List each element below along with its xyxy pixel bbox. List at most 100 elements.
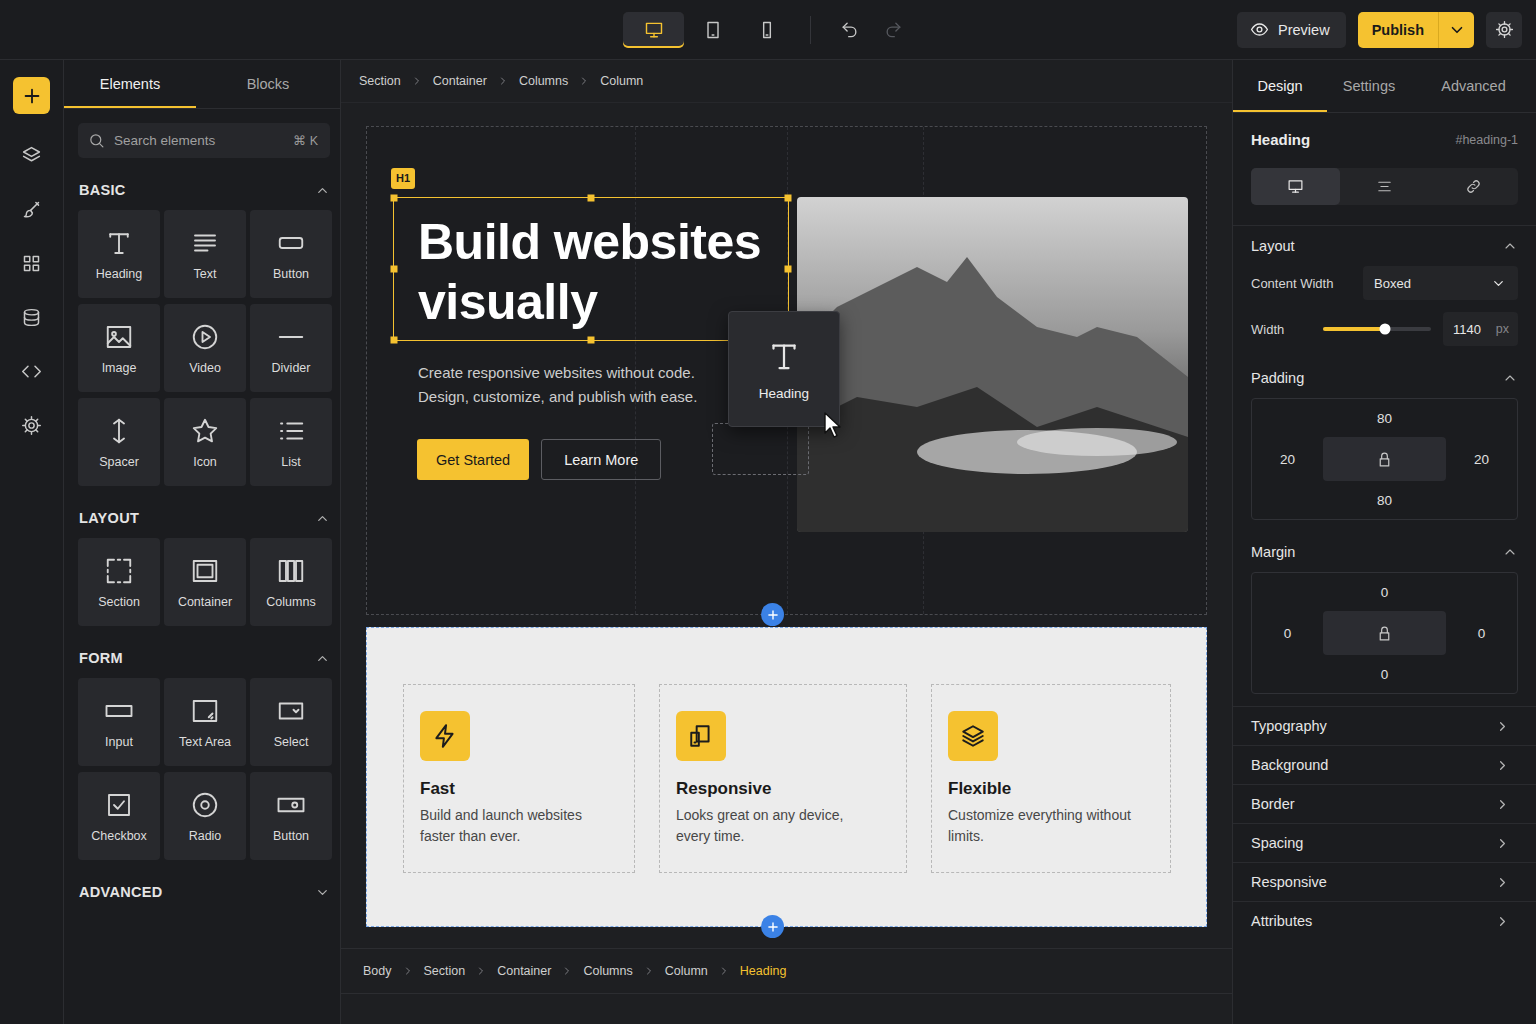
top-value[interactable]: 0	[1381, 585, 1389, 600]
top-value[interactable]: 80	[1377, 411, 1392, 426]
element-tile[interactable]: Heading	[78, 210, 160, 298]
slider-knob[interactable]	[1379, 324, 1390, 335]
database-rail-button[interactable]	[13, 299, 50, 336]
mobile-view-button[interactable]	[742, 12, 792, 48]
padding-header[interactable]: Padding	[1251, 358, 1518, 398]
bottom-value[interactable]: 80	[1377, 493, 1392, 508]
path-item[interactable]: Body	[363, 964, 392, 978]
secondary-button[interactable]: Learn More	[541, 439, 661, 480]
publish-menu-button[interactable]	[1438, 12, 1474, 48]
resize-handle[interactable]	[391, 337, 398, 344]
style-group[interactable]: Background	[1233, 745, 1536, 784]
hero-image[interactable]	[797, 197, 1188, 532]
width-input[interactable]: 1140px	[1443, 312, 1518, 346]
redo-button[interactable]	[873, 12, 913, 48]
group-header[interactable]: FORM	[79, 650, 330, 666]
element-tile[interactable]: Checkbox	[78, 772, 160, 860]
features-section[interactable]: Fast Build and launch websites faster th…	[366, 627, 1207, 927]
content-width-select[interactable]: Boxed	[1363, 266, 1518, 300]
preview-button[interactable]: Preview	[1237, 12, 1346, 48]
feature-card[interactable]: Responsive Looks great on any device, ev…	[659, 684, 907, 873]
left-value[interactable]: 0	[1284, 626, 1292, 641]
inspector-tab[interactable]: Design	[1233, 60, 1327, 112]
margin-header[interactable]: Margin	[1251, 532, 1518, 572]
path-item[interactable]: Section	[424, 964, 466, 978]
code-rail-button[interactable]	[13, 353, 50, 390]
element-tile[interactable]: Button	[250, 210, 332, 298]
hero-text[interactable]: Create responsive websites without code.…	[418, 361, 728, 409]
right-value[interactable]: 20	[1474, 452, 1489, 467]
resize-handle[interactable]	[588, 195, 595, 202]
add-section-button[interactable]	[761, 915, 784, 938]
inspector-tab[interactable]: Settings	[1327, 60, 1411, 112]
element-tile[interactable]: Select	[250, 678, 332, 766]
add-section-button[interactable]	[761, 603, 784, 626]
element-tile[interactable]: Text	[164, 210, 246, 298]
element-tile[interactable]: Spacer	[78, 398, 160, 486]
resize-handle[interactable]	[391, 266, 398, 273]
layers-rail-button[interactable]	[13, 137, 50, 174]
element-tile[interactable]: Radio	[164, 772, 246, 860]
settings-button[interactable]	[1486, 12, 1522, 48]
undo-button[interactable]	[829, 12, 869, 48]
element-tile[interactable]: Video	[164, 304, 246, 392]
path-item[interactable]: Column	[665, 964, 708, 978]
library-tab[interactable]: Blocks	[196, 60, 340, 108]
element-tile[interactable]: Divider	[250, 304, 332, 392]
feature-card[interactable]: Fast Build and launch websites faster th…	[403, 684, 635, 873]
plus-rail-button[interactable]	[13, 77, 50, 114]
lock-toggle[interactable]	[1323, 611, 1446, 655]
style-group[interactable]: Border	[1233, 784, 1536, 823]
style-group[interactable]: Typography	[1233, 706, 1536, 745]
search-field[interactable]: Search elements ⌘ K	[78, 123, 330, 158]
resize-handle[interactable]	[391, 195, 398, 202]
hero-section[interactable]: H1 Build websites visually Create respon…	[366, 126, 1207, 615]
width-slider[interactable]	[1323, 327, 1431, 331]
element-tile[interactable]: Input	[78, 678, 160, 766]
lock-toggle[interactable]	[1323, 437, 1446, 481]
element-tile[interactable]: List	[250, 398, 332, 486]
bottom-value[interactable]: 0	[1381, 667, 1389, 682]
style-group[interactable]: Responsive	[1233, 862, 1536, 901]
align-mode-button[interactable]	[1340, 168, 1429, 205]
resize-handle[interactable]	[785, 195, 792, 202]
group-header[interactable]: BASIC	[79, 182, 330, 198]
element-tile[interactable]: Container	[164, 538, 246, 626]
group-header[interactable]: LAYOUT	[79, 510, 330, 526]
element-tile[interactable]: Image	[78, 304, 160, 392]
group-header[interactable]: ADVANCED	[79, 884, 330, 900]
breadcrumb-item[interactable]: Section	[359, 74, 401, 88]
element-tile[interactable]: Icon	[164, 398, 246, 486]
breadcrumb-item[interactable]: Columns	[519, 74, 568, 88]
right-value[interactable]: 0	[1478, 626, 1486, 641]
primary-button[interactable]: Get Started	[417, 439, 529, 480]
gear-rail-button[interactable]	[13, 407, 50, 444]
canvas: Section Container Columns Column H1 Buil…	[341, 60, 1233, 1024]
element-tile[interactable]: Button	[250, 772, 332, 860]
path-item[interactable]: Container	[497, 964, 551, 978]
breadcrumb-item[interactable]: Column	[600, 74, 643, 88]
publish-button[interactable]: Publish	[1358, 12, 1438, 48]
feature-card[interactable]: Flexible Customize everything without li…	[931, 684, 1171, 873]
style-group[interactable]: Attributes	[1233, 901, 1536, 940]
element-tile[interactable]: Columns	[250, 538, 332, 626]
library-tab[interactable]: Elements	[64, 60, 196, 108]
brush-rail-button[interactable]	[13, 191, 50, 228]
path-item[interactable]: Columns	[583, 964, 632, 978]
tablet-view-button[interactable]	[688, 12, 738, 48]
dragged-element[interactable]: Heading	[728, 311, 840, 427]
resize-handle[interactable]	[785, 266, 792, 273]
desktop-mode-button[interactable]	[1251, 168, 1340, 205]
left-value[interactable]: 20	[1280, 452, 1295, 467]
path-item[interactable]: Heading	[740, 964, 787, 978]
style-group[interactable]: Spacing	[1233, 823, 1536, 862]
resize-handle[interactable]	[588, 337, 595, 344]
desktop-view-button[interactable]	[623, 12, 684, 48]
grid-rail-button[interactable]	[13, 245, 50, 282]
element-tile[interactable]: Text Area	[164, 678, 246, 766]
element-tile[interactable]: Section	[78, 538, 160, 626]
layout-header[interactable]: Layout	[1251, 226, 1518, 266]
breadcrumb-item[interactable]: Container	[433, 74, 487, 88]
inspector-tab[interactable]: Advanced	[1411, 60, 1536, 112]
link-mode-button[interactable]	[1429, 168, 1518, 205]
